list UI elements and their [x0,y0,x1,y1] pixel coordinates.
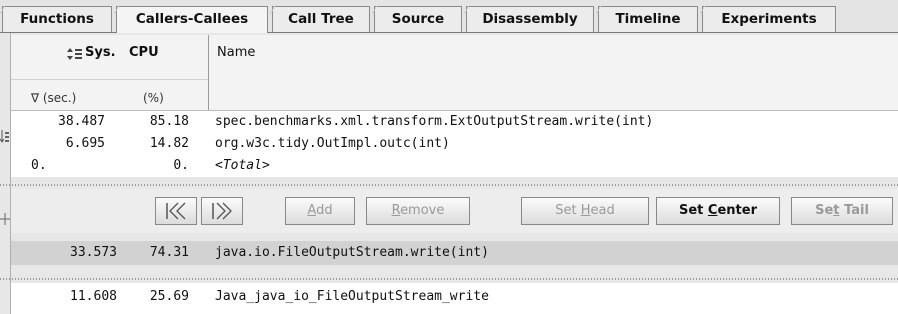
row-seconds: 38.487 [58,114,105,129]
header-mid-line [11,79,208,80]
row-name: Java_java_io_FileOutputStream_write [215,289,489,304]
remove-button[interactable]: Remove [366,197,470,225]
callees-table: 11.608 25.69 Java_java_io_FileOutputStre… [11,283,898,314]
metric-name[interactable]: CPU [129,45,159,60]
row-percent: 74.31 [149,245,189,260]
row-name: org.w3c.tidy.OutImpl.outc(int) [215,136,450,151]
tab-experiments[interactable]: Experiments [702,6,836,32]
forward-arrow-icon [212,202,232,220]
tab-callers-callees[interactable]: Callers-Callees [116,6,268,33]
center-function-row[interactable]: 33.573 74.31 java.io.FileOutputStream.wr… [11,241,898,265]
tab-call-tree[interactable]: Call Tree [272,6,370,32]
table-row[interactable]: 0. 0. <Total> [11,155,898,177]
row-name: <Total> [215,158,270,173]
name-column-header[interactable]: Name [217,45,255,60]
tab-disassembly[interactable]: Disassembly [466,6,594,32]
row-percent: 14.82 [149,136,189,151]
tab-source[interactable]: Source [374,6,462,32]
header-name-separator [208,35,209,111]
row-percent: 25.69 [149,289,189,304]
tab-functions[interactable]: Functions [2,6,112,32]
table-row[interactable]: 6.695 14.82 org.w3c.tidy.OutImpl.outc(in… [11,133,898,155]
table-row[interactable]: 11.608 25.69 Java_java_io_FileOutputStre… [11,283,898,307]
callers-callees-view: Sys. CPU Name ∇ (sec.) (%) 38.487 85.18 … [0,33,898,314]
set-head-button[interactable]: Set Head [521,197,649,225]
set-tail-button[interactable]: Set Tail [791,197,893,225]
metric-title[interactable]: Sys. [85,45,116,60]
row-seconds: 11.608 [70,289,117,304]
table-header: Sys. CPU Name ∇ (sec.) (%) [11,35,898,111]
tab-bar: Functions Callers-Callees Call Tree Sour… [0,0,898,34]
sort-callers-icon[interactable] [0,129,10,145]
sort-metric-icon[interactable] [67,47,83,61]
row-seconds: 6.695 [65,136,105,151]
set-center-button[interactable]: Set Center [656,197,780,225]
unit-seconds: ∇ (sec.) [31,91,77,105]
add-button[interactable]: Add [285,197,355,225]
tab-timeline[interactable]: Timeline [598,6,698,32]
table-row[interactable]: 38.487 85.18 spec.benchmarks.xml.transfo… [11,111,898,133]
unit-percent: (%) [143,91,164,105]
back-arrow-icon [166,202,186,220]
row-seconds: 0. [31,158,47,173]
callers-table: Sys. CPU Name ∇ (sec.) (%) 38.487 85.18 … [11,35,898,177]
row-name: spec.benchmarks.xml.transform.ExtOutputS… [215,114,654,129]
row-percent: 85.18 [149,114,189,129]
forward-button[interactable] [201,197,243,225]
back-button[interactable] [155,197,197,225]
row-seconds: 33.573 [70,245,117,260]
row-percent: 0. [173,158,189,173]
pane-divider[interactable] [0,184,898,186]
row-name: java.io.FileOutputStream.write(int) [215,245,489,260]
pane-splitter-icon[interactable] [0,213,10,225]
button-row: Add Remove Set Head Set Center Set Tail [11,189,898,233]
pane-divider[interactable] [0,278,898,280]
